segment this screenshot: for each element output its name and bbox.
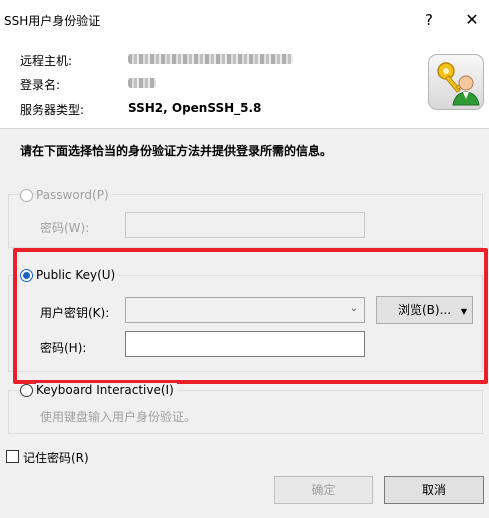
keys-user-icon bbox=[428, 54, 484, 110]
server-type-label: 服务器类型: bbox=[20, 103, 85, 117]
instruction-text: 请在下面选择恰当的身份验证方法并提供登录所需的信息。 bbox=[20, 144, 333, 158]
password-radio-label: Password(P) bbox=[36, 188, 112, 202]
highlight-annotation bbox=[13, 248, 488, 384]
remember-password-checkbox[interactable] bbox=[6, 450, 19, 463]
keyboard-radio-label: Keyboard Interactive(I) bbox=[36, 383, 177, 397]
password-field-label: 密码(W): bbox=[40, 221, 90, 235]
login-name-label: 登录名: bbox=[20, 78, 61, 92]
header-separator bbox=[0, 128, 489, 129]
window-title: SSH用户身份验证 bbox=[4, 14, 101, 28]
remote-host-value-redacted bbox=[128, 53, 293, 67]
keyboard-description: 使用键盘输入用户身份验证。 bbox=[40, 410, 197, 424]
password-input[interactable] bbox=[125, 212, 365, 238]
cancel-button[interactable]: 取消 bbox=[384, 476, 484, 504]
ok-button[interactable]: 确定 bbox=[274, 476, 373, 504]
close-button[interactable]: ✕ bbox=[459, 8, 485, 32]
login-name-value-redacted bbox=[128, 77, 156, 91]
password-radio[interactable] bbox=[20, 189, 33, 202]
keyboard-radio[interactable] bbox=[20, 384, 33, 397]
remote-host-label: 远程主机: bbox=[20, 54, 73, 68]
remember-password-label: 记住密码(R) bbox=[23, 451, 89, 465]
help-button[interactable]: ? bbox=[417, 8, 441, 32]
server-type-value: SSH2, OpenSSH_5.8 bbox=[128, 101, 262, 115]
